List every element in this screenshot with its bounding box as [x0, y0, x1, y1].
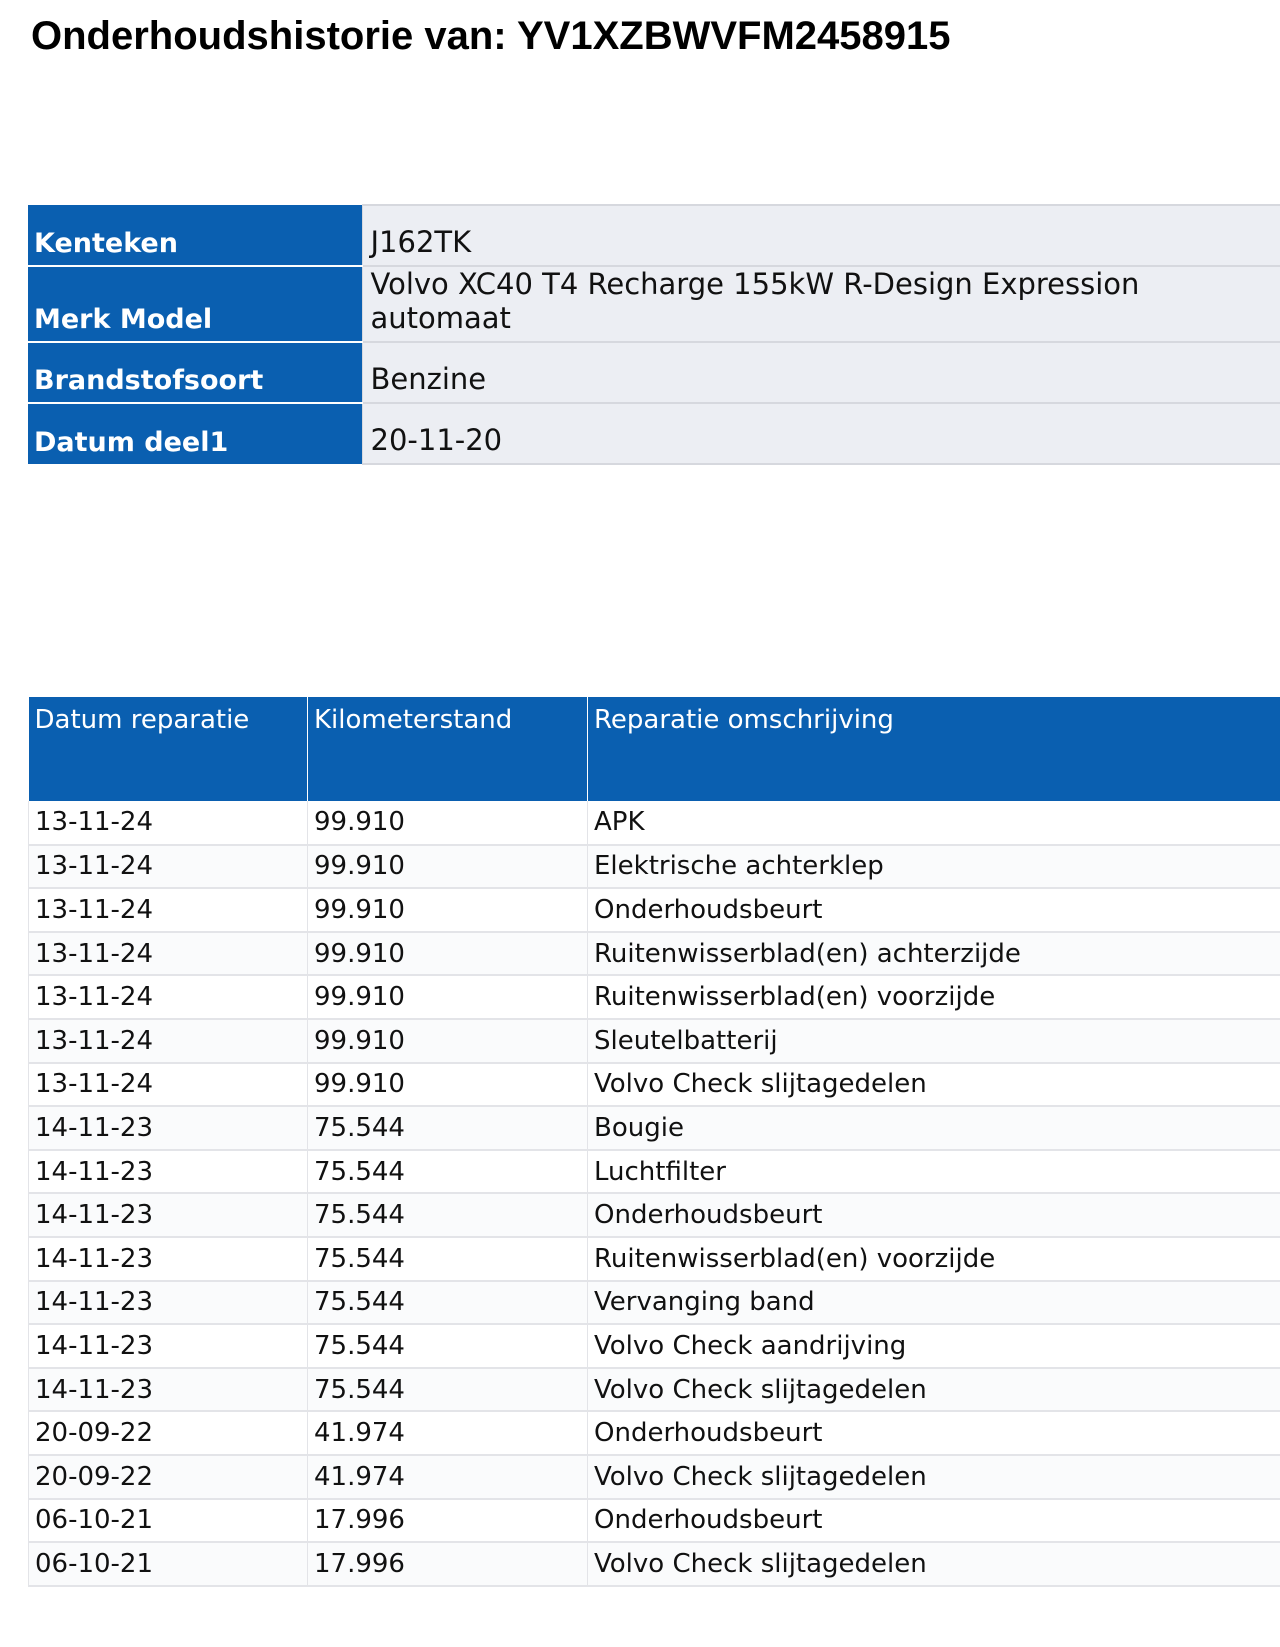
table-row: 13-11-24 99.910 Ruitenwisserblad(en) achte… [28, 931, 1280, 977]
mileage-cell: 99.910 [307, 888, 588, 933]
repair-date-cell: 13-11-24 [28, 888, 308, 933]
repair-date-cell: 13-11-24 [28, 931, 308, 977]
column-header-mileage: Kilometerstand [307, 697, 588, 801]
registration-date-label: Datum deel1 [28, 403, 362, 464]
mileage-cell: 17.996 [307, 1498, 588, 1544]
vehicle-info-row: Kenteken J162TK [28, 204, 1280, 267]
mileage-cell: 41.974 [307, 1411, 588, 1456]
table-row: 14-11-23 75.544 Volvo Check slijtagedelen [28, 1367, 1280, 1413]
table-row: 14-11-23 75.544 Ruitenwisserblad(en) voorz… [28, 1236, 1280, 1282]
mileage-cell: 75.544 [307, 1280, 588, 1326]
repair-rows: 13-11-24 99.910 APK 13-11-24 99.910 Elektrisc… [28, 801, 1280, 1587]
repair-date-cell: 20-09-22 [28, 1411, 308, 1456]
table-row: 13-11-24 99.910 Elektrische achterklep [28, 844, 1280, 890]
vehicle-info-row: Merk Model Volvo XC40 T4 Recharge 155kW … [28, 265, 1280, 343]
page-title: Onderhoudshistorie van: YV1XZBWVFM245891… [31, 14, 951, 58]
table-row: 06-10-21 17.996 Volvo Check slijtagedelen [28, 1542, 1280, 1587]
mileage-cell: 75.544 [307, 1367, 588, 1413]
vehicle-info-table: Kenteken J162TK Merk Model Volvo XC40 T4… [28, 204, 1280, 465]
repair-description-cell: Volvo Check slijtagedelen [587, 1454, 1280, 1500]
repair-date-cell: 14-11-23 [28, 1149, 308, 1195]
repair-header-row: Datum reparatie Kilometerstand Reparatie… [28, 697, 1280, 801]
table-row: 14-11-23 75.544 Bougie [28, 1106, 1280, 1151]
repair-date-cell: 06-10-21 [28, 1498, 308, 1544]
repair-date-cell: 13-11-24 [28, 1018, 308, 1064]
repair-date-cell: 13-11-24 [28, 1062, 308, 1108]
repair-description-cell: Onderhoudsbeurt [587, 1193, 1280, 1238]
repair-description-cell: Elektrische achterklep [587, 844, 1280, 890]
table-row: 14-11-23 75.544 Vervanging band [28, 1280, 1280, 1326]
repair-description-cell: Onderhoudsbeurt [587, 1411, 1280, 1456]
repair-description-cell: Volvo Check aandrijving [587, 1324, 1280, 1369]
column-header-description: Reparatie omschrijving [587, 697, 1280, 801]
mileage-cell: 99.910 [307, 1062, 588, 1108]
repair-date-cell: 20-09-22 [28, 1454, 308, 1500]
repair-description-cell: Bougie [587, 1106, 1280, 1151]
repair-description-cell: Volvo Check slijtagedelen [587, 1367, 1280, 1413]
repair-description-cell: Ruitenwisserblad(en) voorzijde [587, 1236, 1280, 1282]
license-plate-label: Kenteken [28, 205, 362, 267]
mileage-cell: 17.996 [307, 1542, 588, 1587]
mileage-cell: 75.544 [307, 1324, 588, 1369]
repair-description-cell: Volvo Check slijtagedelen [587, 1062, 1280, 1108]
repair-date-cell: 14-11-23 [28, 1106, 308, 1151]
mileage-cell: 41.974 [307, 1454, 588, 1500]
table-row: 14-11-23 75.544 Luchtfilter [28, 1149, 1280, 1195]
table-row: 13-11-24 99.910 Onderhoudsbeurt [28, 888, 1280, 933]
repair-description-cell: Luchtfilter [587, 1149, 1280, 1195]
table-row: 14-11-23 75.544 Volvo Check aandrijving [28, 1324, 1280, 1369]
license-plate-value: J162TK [361, 204, 1280, 266]
repair-description-cell: APK [587, 801, 1280, 846]
mileage-cell: 75.544 [307, 1149, 588, 1195]
vehicle-info-row: Brandstofsoort Benzine [28, 341, 1280, 404]
repair-description-cell: Onderhoudsbeurt [587, 1498, 1280, 1544]
repair-history-table: Datum reparatie Kilometerstand Reparatie… [28, 697, 1280, 1587]
fuel-type-label: Brandstofsoort [28, 342, 362, 404]
repair-description-cell: Sleutelbatterij [587, 1018, 1280, 1064]
repair-date-cell: 13-11-24 [28, 975, 308, 1020]
table-row: 14-11-23 75.544 Onderhoudsbeurt [28, 1193, 1280, 1238]
table-row: 20-09-22 41.974 Volvo Check slijtagedelen [28, 1454, 1280, 1500]
table-row: 13-11-24 99.910 Volvo Check slijtagedelen [28, 1062, 1280, 1108]
repair-date-cell: 14-11-23 [28, 1367, 308, 1413]
table-row: 13-11-24 99.910 APK [28, 801, 1280, 846]
registration-date-value: 20-11-20 [361, 402, 1280, 465]
repair-date-cell: 13-11-24 [28, 801, 308, 846]
mileage-cell: 75.544 [307, 1236, 588, 1282]
repair-description-cell: Ruitenwisserblad(en) achterzijde [587, 931, 1280, 977]
table-row: 20-09-22 41.974 Onderhoudsbeurt [28, 1411, 1280, 1456]
repair-date-cell: 06-10-21 [28, 1542, 308, 1587]
repair-date-cell: 14-11-23 [28, 1236, 308, 1282]
repair-description-cell: Ruitenwisserblad(en) voorzijde [587, 975, 1280, 1020]
mileage-cell: 99.910 [307, 844, 588, 890]
repair-description-cell: Onderhoudsbeurt [587, 888, 1280, 933]
mileage-cell: 99.910 [307, 931, 588, 977]
repair-date-cell: 13-11-24 [28, 844, 308, 890]
repair-date-cell: 14-11-23 [28, 1324, 308, 1369]
repair-date-cell: 14-11-23 [28, 1280, 308, 1326]
mileage-cell: 99.910 [307, 1018, 588, 1064]
repair-date-cell: 14-11-23 [28, 1193, 308, 1238]
mileage-cell: 75.544 [307, 1193, 588, 1238]
table-row: 13-11-24 99.910 Sleutelbatterij [28, 1018, 1280, 1064]
vehicle-info-row: Datum deel1 20-11-20 [28, 402, 1280, 465]
make-model-value: Volvo XC40 T4 Recharge 155kW R-Design Ex… [361, 265, 1280, 342]
column-header-date: Datum reparatie [28, 697, 308, 801]
fuel-type-value: Benzine [361, 341, 1280, 403]
repair-description-cell: Volvo Check slijtagedelen [587, 1542, 1280, 1587]
table-row: 06-10-21 17.996 Onderhoudsbeurt [28, 1498, 1280, 1544]
mileage-cell: 75.544 [307, 1106, 588, 1151]
repair-description-cell: Vervanging band [587, 1280, 1280, 1326]
make-model-label: Merk Model [28, 266, 362, 343]
table-row: 13-11-24 99.910 Ruitenwisserblad(en) voorz… [28, 975, 1280, 1020]
mileage-cell: 99.910 [307, 801, 588, 846]
mileage-cell: 99.910 [307, 975, 588, 1020]
